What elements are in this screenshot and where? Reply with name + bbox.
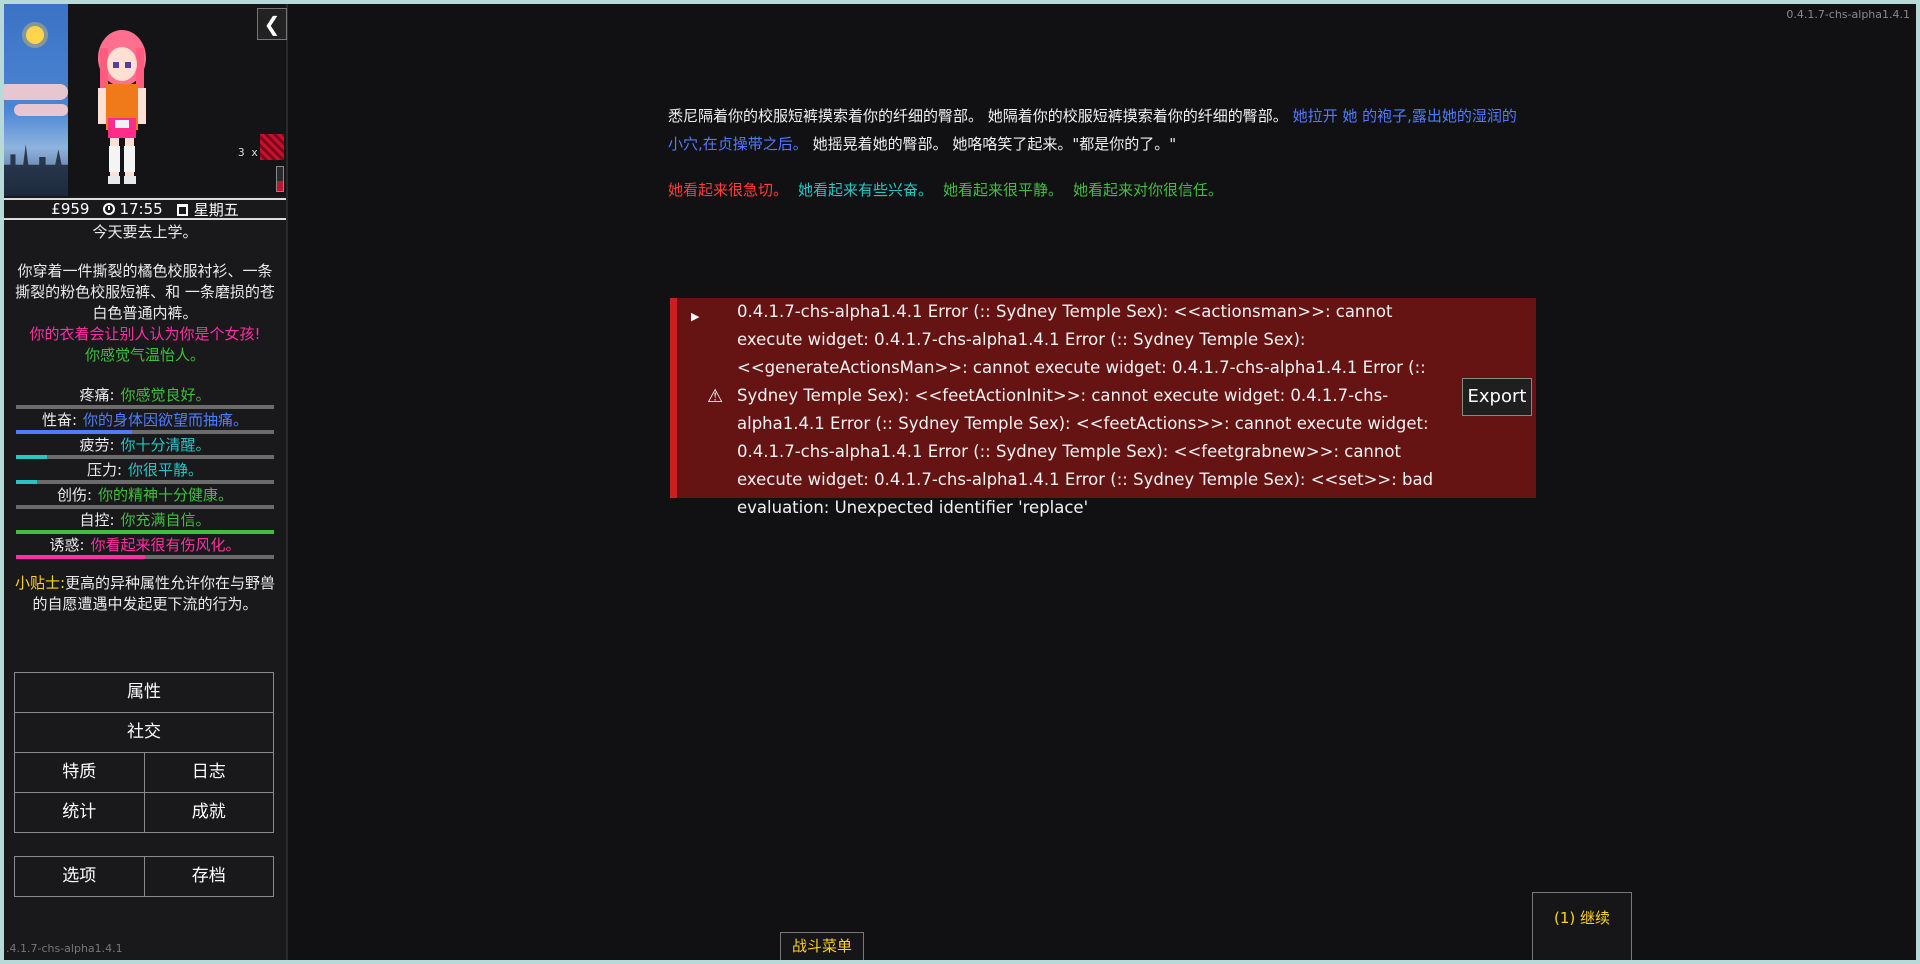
traits-button[interactable]: 特质	[15, 752, 144, 792]
cloud-icon	[4, 84, 68, 100]
portrait-area: ❮ 3 x	[4, 4, 287, 196]
stat-label: 自控:	[79, 511, 115, 529]
achievements-button[interactable]: 成就	[143, 792, 273, 832]
stat-value: 你看起来很有伤风化。	[90, 536, 241, 554]
weekday: 星期五	[193, 200, 239, 219]
npc-mood: 她看起来对你很信任。	[1073, 181, 1224, 199]
warning-icon: ⚠	[707, 386, 724, 407]
castle-icon	[4, 144, 68, 196]
tip-text: 更高的异种属性允许你在与野兽的自愿遭遇中发起更下流的行为。	[32, 574, 276, 613]
game-window: ❮ 3 x £959 17:55 星期五 今天要去上学。 你穿着一件撕裂的橘色校…	[4, 4, 1916, 960]
gender-appearance-note: 你的衣着会让别人认为你是个女孩!	[29, 325, 261, 343]
journal-button[interactable]: 日志	[143, 752, 273, 792]
stat-value: 你十分清醒。	[120, 436, 211, 454]
chevron-left-icon: ❮	[263, 12, 281, 36]
error-message: 0.4.1.7-chs-alpha1.4.1 Error (:: Sydney …	[737, 302, 1434, 517]
options-button[interactable]: 选项	[15, 857, 144, 896]
sidebar: ❮ 3 x £959 17:55 星期五 今天要去上学。 你穿着一件撕裂的橘色校…	[4, 4, 288, 960]
sidebar-system-menu: 选项 存档	[14, 856, 274, 897]
arousal-icon	[260, 134, 284, 160]
stat-label: 性奋:	[41, 411, 78, 429]
arousal-count: 3 x	[238, 146, 258, 159]
stat-label: 疲劳:	[79, 436, 115, 454]
sun-icon	[26, 26, 44, 44]
passage-text-segment: 她摇晃着她的臀部。 她咯咯笑了起来。"都是你的了。"	[812, 135, 1177, 153]
character-sprite	[98, 30, 146, 184]
passage-text-segment: 悉尼隔着你的校服短裤摸索着你的纤细的臀部。 她隔着你的校服短裤摸索着你的纤细的臀…	[668, 107, 1288, 125]
npc-mood: 她看起来很急切。	[668, 181, 789, 199]
stat-value: 你的身体因欲望而抽痛。	[83, 411, 249, 429]
day-display: 星期五	[176, 199, 239, 220]
stat-value: 你很平静。	[128, 461, 204, 479]
stat-row: 创伤: 你的精神十分健康。	[16, 484, 274, 509]
clock-icon	[103, 203, 116, 215]
arousal-meter	[276, 166, 284, 192]
weather-note: 你感觉气温怡人。	[84, 346, 205, 364]
status-bar: £959 17:55 星期五	[4, 198, 286, 220]
weather-scene	[4, 4, 68, 196]
passage-text: 悉尼隔着你的校服短裤摸索着你的纤细的臀部。 她隔着你的校服短裤摸索着你的纤细的臀…	[668, 102, 1528, 158]
error-panel: ▶ ⚠ 0.4.1.7-chs-alpha1.4.1 Error (:: Syd…	[670, 298, 1536, 517]
npc-moods: 她看起来很急切。 她看起来有些兴奋。 她看起来很平静。 她看起来对你很信任。	[668, 176, 1528, 204]
sidebar-description: 今天要去上学。 你穿着一件撕裂的橘色校服衬衫、一条撕裂的粉色校服短裤、和 一条磨…	[14, 222, 276, 615]
stat-label: 疼痛:	[79, 386, 115, 404]
stat-value: 你充满自信。	[120, 511, 211, 529]
npc-mood: 她看起来有些兴奋。	[798, 181, 934, 199]
calendar-icon	[176, 203, 188, 216]
social-button[interactable]: 社交	[15, 712, 273, 752]
continue-button[interactable]: (1) 继续	[1532, 892, 1632, 960]
stat-label: 压力:	[86, 461, 123, 479]
export-button[interactable]: Export	[1462, 378, 1532, 416]
stat-value: 你感觉良好。	[120, 386, 211, 404]
stat-label: 创伤:	[56, 486, 93, 504]
stat-bar-fill	[16, 555, 145, 559]
stat-row: 压力: 你很平静。	[16, 459, 274, 484]
cloud-icon	[14, 104, 68, 116]
statistics-button[interactable]: 统计	[15, 792, 144, 832]
school-note: 今天要去上学。	[92, 223, 198, 241]
stat-row: 疼痛: 你感觉良好。	[16, 384, 274, 409]
sidebar-version: .4.1.7-chs-alpha1.4.1	[6, 942, 123, 955]
combat-menu-button[interactable]: 战斗菜单	[780, 932, 864, 960]
money: £959	[51, 200, 90, 218]
triangle-right-icon[interactable]: ▶	[691, 310, 699, 323]
npc-mood: 她看起来很平静。	[943, 181, 1064, 199]
stats-list: 疼痛: 你感觉良好。性奋: 你的身体因欲望而抽痛。疲劳: 你十分清醒。压力: 你很平静。…	[14, 384, 276, 559]
tip-label: 小贴士:	[14, 574, 66, 592]
passage: 悉尼隔着你的校服短裤摸索着你的纤细的臀部。 她隔着你的校服短裤摸索着你的纤细的臀…	[668, 102, 1528, 204]
stat-value: 你的精神十分健康。	[98, 486, 234, 504]
saves-button[interactable]: 存档	[143, 857, 273, 896]
stat-row: 诱惑: 你看起来很有伤风化。	[16, 534, 274, 559]
version-label: 0.4.1.7-chs-alpha1.4.1	[1786, 8, 1910, 21]
stat-label: 诱惑:	[49, 536, 85, 554]
collapse-sidebar-button[interactable]: ❮	[257, 8, 287, 40]
stat-row: 性奋: 你的身体因欲望而抽痛。	[16, 409, 274, 434]
time-display: 17:55	[103, 200, 163, 218]
time: 17:55	[119, 200, 163, 218]
stat-bar	[16, 555, 274, 559]
tip: 小贴士:更高的异种属性允许你在与野兽的自愿遭遇中发起更下流的行为。	[14, 573, 276, 615]
sidebar-menu: 属性 社交 特质 日志 统计 成就	[14, 672, 274, 833]
clothing-description: 你穿着一件撕裂的橘色校服衬衫、一条撕裂的粉色校服短裤、和 一条磨损的苍白色普通内…	[15, 262, 275, 322]
stat-row: 疲劳: 你十分清醒。	[16, 434, 274, 459]
stat-row: 自控: 你充满自信。	[16, 509, 274, 534]
attributes-button[interactable]: 属性	[15, 673, 273, 712]
